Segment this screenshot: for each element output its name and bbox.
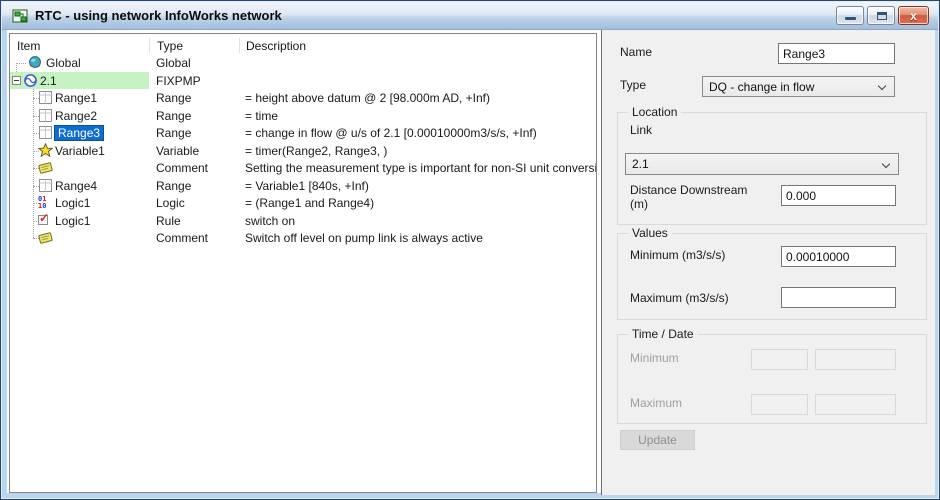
maximize-icon xyxy=(877,12,887,20)
tree-item-type: Comment xyxy=(156,231,209,245)
range-table-icon xyxy=(39,108,52,122)
tree-row-global[interactable]: Global Global xyxy=(10,54,596,72)
time-minimum-label: Minimum xyxy=(630,351,679,365)
properties-panel: Name Type DQ - change in flow Location L… xyxy=(601,30,935,495)
tree-row-logic1[interactable]: Logic1 Rule switch on xyxy=(10,211,596,230)
distance-downstream-unit-label: (m) xyxy=(630,197,648,211)
tree-item-description: = timer(Range2, Range3, ) xyxy=(245,143,388,158)
rule-checkbox-icon xyxy=(38,211,49,225)
tree-item-description: Switch off level on pump link is always … xyxy=(245,231,483,245)
rtc-window: RTC - using network InfoWorks network x … xyxy=(0,0,940,500)
tree-item-description: = time xyxy=(245,108,279,123)
tree-row-comment-6[interactable]: Comment Setting the measurement type is i… xyxy=(10,159,596,177)
tree-item-label[interactable]: Range2 xyxy=(55,109,97,123)
tree-item-type: Range xyxy=(156,91,192,105)
maximum-date-input[interactable] xyxy=(815,394,896,415)
maximum-time-input[interactable] xyxy=(751,394,808,415)
tree-item-type: Range xyxy=(156,178,192,193)
rtc-tree-panel: Item Type Description Global Global 2.1 FIX… xyxy=(9,33,597,493)
tree-item-description: switch on xyxy=(245,213,296,228)
tree-item-type: Range xyxy=(156,108,192,123)
tree-item-type: Global xyxy=(156,56,191,70)
comment-note-icon xyxy=(38,232,53,244)
variable-star-icon xyxy=(38,142,53,157)
tree-item-description: = Variable1 [840s, +Inf) xyxy=(245,178,369,193)
values-group: Values Minimum (m3/s/s) Maximum (m3/s/s) xyxy=(617,226,927,320)
tree-item-label[interactable]: 2.1 xyxy=(40,74,57,88)
window-controls: x xyxy=(836,6,929,25)
values-group-title: Values xyxy=(628,226,672,240)
tree-item-label[interactable]: Range3 xyxy=(53,125,105,141)
minimum-time-input[interactable] xyxy=(751,349,808,370)
location-group: Location Link 2.1 Distance Downstream (m… xyxy=(617,105,927,225)
tree-item-type: FIXPMP xyxy=(156,73,201,88)
globe-icon xyxy=(29,56,41,68)
type-dropdown[interactable]: DQ - change in flow xyxy=(702,76,895,97)
window-title: RTC - using network InfoWorks network xyxy=(35,8,282,23)
tree-item-type: Rule xyxy=(156,213,181,228)
tree-item-label[interactable]: Range4 xyxy=(55,179,97,193)
tree-rows: Global Global 2.1 FIXPMP Range1 Range = height… xyxy=(10,34,596,492)
close-icon: x xyxy=(910,9,917,23)
update-button[interactable]: Update xyxy=(620,430,695,450)
name-input[interactable] xyxy=(778,43,895,64)
tree-item-description: = change in flow @ u/s of 2.1 [0.0001000… xyxy=(245,126,537,140)
tree-item-type: Variable xyxy=(156,143,200,158)
link-dropdown-value: 2.1 xyxy=(632,157,649,171)
tree-row-range1[interactable]: Range1 Range = height above datum @ 2 [98.… xyxy=(10,89,596,107)
pump-icon xyxy=(24,73,37,87)
location-group-title: Location xyxy=(628,105,682,119)
type-dropdown-value: DQ - change in flow xyxy=(709,79,815,94)
tree-item-type: Range xyxy=(156,126,192,140)
tree-row-logic1[interactable]: 01 10 Logic1 Logic = (Range1 and Range4) xyxy=(10,194,596,212)
type-label: Type xyxy=(620,78,647,92)
distance-downstream-label: Distance Downstream xyxy=(630,183,748,197)
minimum-date-input[interactable] xyxy=(815,349,896,370)
range-table-icon xyxy=(39,91,52,104)
tree-row-2.1[interactable]: 2.1 FIXPMP xyxy=(10,71,596,89)
link-label: Link xyxy=(630,123,653,137)
minimum-label: Minimum (m3/s/s) xyxy=(630,248,726,262)
range-table-icon xyxy=(39,178,52,192)
tree-row-variable1[interactable]: Variable1 Variable = timer(Range2, Range3,… xyxy=(10,142,596,160)
tree-row-comment-10[interactable]: Comment Switch off level on pump link is … xyxy=(10,229,596,247)
time-date-group-title: Time / Date xyxy=(628,327,698,341)
tree-item-type: Comment xyxy=(156,161,209,175)
name-label: Name xyxy=(620,45,653,59)
rtc-network-icon xyxy=(12,9,28,22)
tree-item-label[interactable]: Variable1 xyxy=(55,144,105,158)
minimize-button[interactable] xyxy=(836,6,864,25)
tree-item-label[interactable]: Range1 xyxy=(55,91,97,105)
comment-note-icon xyxy=(38,162,53,174)
time-maximum-label: Maximum xyxy=(630,396,683,410)
tree-row-range4[interactable]: Range4 Range = Variable1 [840s, +Inf) xyxy=(10,177,596,195)
close-button[interactable]: x xyxy=(898,6,929,25)
collapse-expander-icon[interactable] xyxy=(12,75,21,85)
tree-item-label[interactable]: Logic1 xyxy=(55,196,90,210)
chevron-down-icon xyxy=(881,159,891,169)
tree-row-range3[interactable]: Range3 Range = change in flow @ u/s of 2.1… xyxy=(10,124,596,142)
maximize-button[interactable] xyxy=(867,6,895,25)
tree-item-description: = (Range1 and Range4) xyxy=(245,196,375,210)
client-area: Item Type Description Global Global 2.1 FIX… xyxy=(7,30,935,495)
tree-item-label[interactable]: Logic1 xyxy=(55,214,90,228)
distance-downstream-input[interactable] xyxy=(781,185,896,206)
tree-item-type: Logic xyxy=(156,196,185,210)
logic-binary-icon: 01 10 xyxy=(38,195,47,210)
minimize-icon xyxy=(845,17,856,20)
maximum-label: Maximum (m3/s/s) xyxy=(630,291,729,305)
titlebar[interactable]: RTC - using network InfoWorks network x xyxy=(2,2,938,30)
tree-item-description: Setting the measurement type is importan… xyxy=(245,161,597,175)
time-date-group: Time / Date Minimum Maximum xyxy=(617,327,927,424)
tree-connector xyxy=(16,63,26,64)
tree-row-range2[interactable]: Range2 Range = time xyxy=(10,107,596,125)
tree-item-label[interactable]: Global xyxy=(46,56,81,70)
minimum-value-input[interactable] xyxy=(781,246,896,267)
link-dropdown[interactable]: 2.1 xyxy=(625,153,899,175)
tree-item-description: = height above datum @ 2 [98.000m AD, +I… xyxy=(245,91,490,105)
maximum-value-input[interactable] xyxy=(781,287,896,308)
chevron-down-icon xyxy=(877,81,887,91)
range-table-icon xyxy=(39,126,52,139)
